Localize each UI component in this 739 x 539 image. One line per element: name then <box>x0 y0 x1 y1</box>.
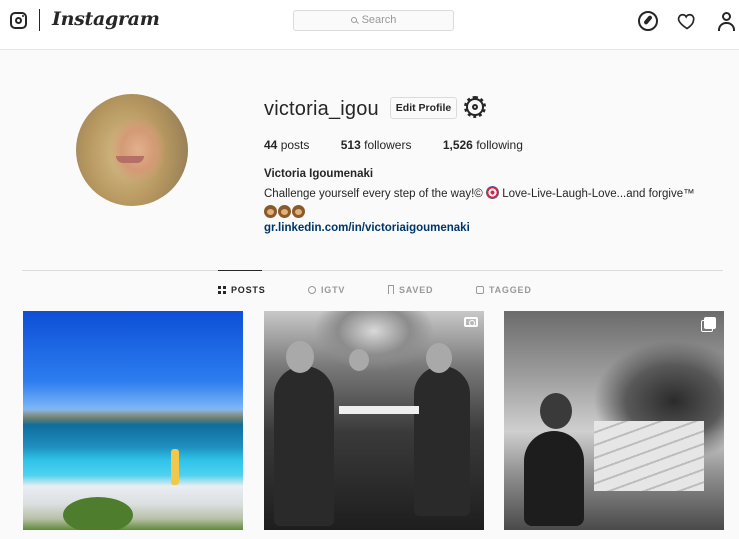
video-icon <box>464 317 478 327</box>
posts-count: 44 <box>264 138 278 152</box>
tab-saved[interactable]: SAVED <box>388 285 433 295</box>
nav-divider <box>39 9 40 31</box>
compass-icon[interactable] <box>638 11 658 31</box>
post-child <box>524 431 584 526</box>
instagram-glyph-icon[interactable] <box>10 12 27 29</box>
tab-tagged-label: TAGGED <box>489 285 532 295</box>
post-thumbnail-1[interactable] <box>23 311 243 530</box>
followers-label: followers <box>364 138 412 152</box>
followers-stat[interactable]: 513 followers <box>341 138 412 152</box>
post-person-head <box>349 349 369 371</box>
post-child-head <box>540 393 572 429</box>
profile-icon[interactable] <box>717 11 737 31</box>
profile-avatar[interactable] <box>76 94 188 206</box>
post-stairs <box>594 421 704 491</box>
following-count: 1,526 <box>442 138 473 152</box>
tab-posts[interactable]: POSTS <box>218 285 266 295</box>
bio-text-1: Challenge yourself every step of the way… <box>264 188 483 200</box>
profile-website-link[interactable]: gr.linkedin.com/in/victoriaigoumenaki <box>264 222 470 234</box>
post-bush <box>63 497 133 530</box>
post-person-head <box>426 343 452 373</box>
post-thumbnail-3[interactable] <box>504 311 724 530</box>
tab-tagged[interactable]: TAGGED <box>476 285 532 295</box>
active-tab-indicator <box>218 270 262 271</box>
profile-full-name: Victoria Igoumenaki <box>264 168 374 180</box>
tab-posts-label: POSTS <box>231 285 266 295</box>
posts-label: posts <box>280 138 310 152</box>
top-nav: Instagram Search <box>0 0 739 50</box>
post-table <box>339 406 419 414</box>
tab-igtv-label: IGTV <box>321 285 346 295</box>
grid-icon <box>218 286 226 294</box>
tab-igtv[interactable]: IGTV <box>308 285 345 295</box>
post-person-head <box>286 341 314 373</box>
multiple-photos-icon <box>701 317 716 332</box>
igtv-icon <box>308 286 316 294</box>
search-input[interactable]: Search <box>293 10 454 31</box>
profile-username: victoria_igou <box>264 98 379 120</box>
followers-count: 513 <box>340 138 361 152</box>
edit-profile-button[interactable]: Edit Profile <box>390 97 457 119</box>
heart-icon[interactable] <box>677 11 697 31</box>
profile-bio: Challenge yourself every step of the way… <box>264 186 724 224</box>
target-emoji-icon <box>485 186 499 199</box>
post-person <box>274 366 334 526</box>
profile-stats: 44 posts 513 followers 1,526 following <box>264 138 551 152</box>
posts-stat: 44 posts <box>264 138 309 152</box>
bio-text-2: Love-Live-Laugh-Love...and forgive™ <box>502 188 695 200</box>
settings-gear-icon[interactable] <box>464 96 486 118</box>
following-stat[interactable]: 1,526 following <box>443 138 523 152</box>
following-label: following <box>476 138 523 152</box>
post-figure <box>171 449 179 485</box>
instagram-wordmark[interactable]: Instagram <box>52 8 160 30</box>
tabs-divider <box>22 270 723 271</box>
post-person <box>414 366 470 516</box>
tagged-icon <box>476 286 484 294</box>
post-thumbnail-2[interactable] <box>264 311 484 530</box>
tab-saved-label: SAVED <box>399 285 434 295</box>
search-placeholder: Search <box>361 14 397 26</box>
search-icon <box>350 17 357 23</box>
bookmark-icon <box>388 285 394 294</box>
